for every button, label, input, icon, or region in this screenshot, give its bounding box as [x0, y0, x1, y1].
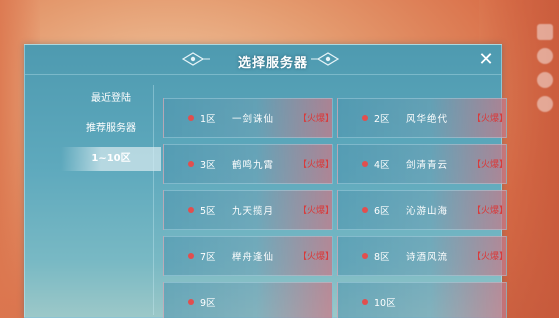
server-zone: 5区: [200, 206, 216, 217]
server-card[interactable]: 5区 九天揽月 【火爆】: [163, 190, 335, 230]
server-card[interactable]: 4区 剑清青云 【火爆】: [337, 144, 509, 184]
status-dot-icon: [362, 207, 368, 213]
title-ornament-right-icon: [311, 52, 340, 66]
status-dot-icon: [362, 299, 368, 305]
server-card[interactable]: 6区 沁游山海 【火爆】: [337, 190, 509, 230]
server-zone: 2区: [374, 114, 390, 125]
server-select-dialog: 选择服务器 ✕ 最近登陆 推荐服务器 1~10区 1区 一剑诛仙 【火爆】 2区 风华绝…: [24, 44, 508, 318]
settings-icon[interactable]: [537, 96, 553, 112]
server-card[interactable]: 3区 鹤鸣九霄 【火爆】: [163, 144, 335, 184]
server-status-badge: 【火爆】: [298, 252, 335, 262]
server-zone: 6区: [374, 206, 390, 217]
server-status-badge: 【火爆】: [298, 114, 335, 124]
server-name: 一剑诛仙: [232, 114, 275, 125]
user-icon[interactable]: [537, 72, 553, 88]
server-status-badge: 【火爆】: [472, 160, 509, 170]
server-zone: 3区: [200, 160, 216, 171]
status-dot-icon: [362, 161, 368, 167]
server-name: 诗酒风流: [406, 252, 449, 263]
sidebar-item-recommended[interactable]: 推荐服务器: [61, 117, 161, 141]
sidebar-item-1-10[interactable]: 1~10区: [61, 147, 161, 171]
side-icon-column: [537, 20, 557, 120]
user-icon[interactable]: [537, 48, 553, 64]
server-status-badge: 【火爆】: [472, 252, 509, 262]
server-name: 沁游山海: [406, 206, 449, 217]
dialog-title: 选择服务器: [237, 55, 308, 71]
dialog-title-bar: 选择服务器 ✕: [25, 45, 501, 75]
status-dot-icon: [188, 207, 194, 213]
server-status-badge: 【火爆】: [298, 206, 335, 216]
sidebar: 最近登陆 推荐服务器 1~10区: [61, 87, 161, 177]
status-dot-icon: [362, 253, 368, 259]
status-dot-icon: [188, 115, 194, 121]
server-zone: 10区: [374, 298, 396, 309]
server-card[interactable]: 8区 诗酒风流 【火爆】: [337, 236, 509, 276]
server-zone: 7区: [200, 252, 216, 263]
status-dot-icon: [188, 253, 194, 259]
sidebar-divider: [153, 85, 154, 315]
server-status-badge: 【火爆】: [472, 114, 509, 124]
server-name: 榉舟逢仙: [232, 252, 275, 263]
server-card[interactable]: 7区 榉舟逢仙 【火爆】: [163, 236, 335, 276]
server-name: 剑清青云: [406, 160, 449, 171]
server-zone: 8区: [374, 252, 390, 263]
server-card[interactable]: 10区: [337, 282, 507, 318]
server-status-badge: 【火爆】: [298, 160, 335, 170]
server-name: 九天揽月: [232, 206, 275, 217]
menu-icon[interactable]: [537, 24, 553, 40]
sidebar-item-recent[interactable]: 最近登陆: [61, 87, 161, 111]
server-zone: 4区: [374, 160, 390, 171]
server-name: 鹤鸣九霄: [232, 160, 275, 171]
server-zone: 9区: [200, 298, 216, 309]
status-dot-icon: [362, 115, 368, 121]
server-card[interactable]: 1区 一剑诛仙 【火爆】: [163, 98, 335, 138]
server-zone: 1区: [200, 114, 216, 125]
status-dot-icon: [188, 161, 194, 167]
server-status-badge: 【火爆】: [472, 206, 509, 216]
server-card[interactable]: 2区 风华绝代 【火爆】: [337, 98, 509, 138]
close-icon[interactable]: ✕: [477, 51, 495, 69]
server-name: 风华绝代: [406, 114, 449, 125]
server-card[interactable]: 9区: [163, 282, 333, 318]
status-dot-icon: [188, 299, 194, 305]
